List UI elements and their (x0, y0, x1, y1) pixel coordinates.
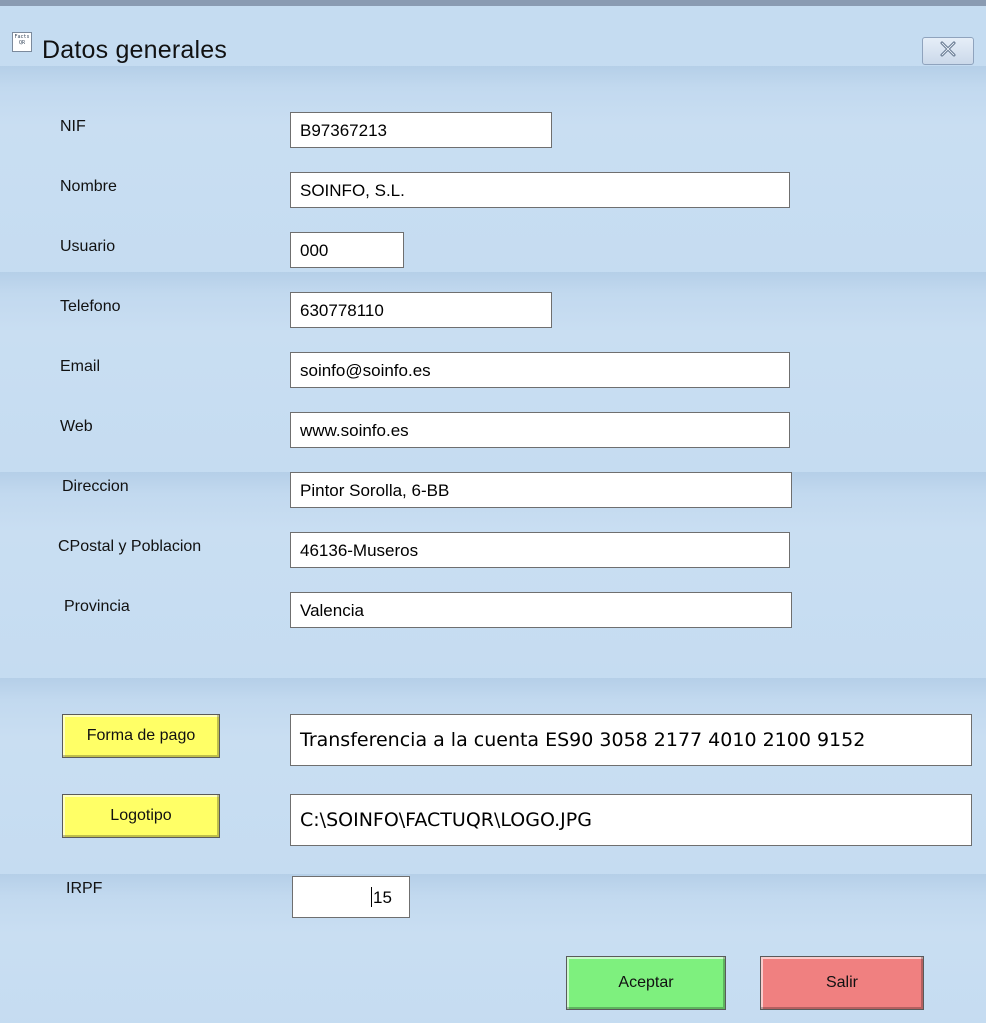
direccion-input[interactable]: Pintor Sorolla, 6-BB (290, 472, 792, 508)
web-label: Web (60, 418, 93, 435)
close-icon (939, 41, 957, 62)
aceptar-button[interactable]: Aceptar (566, 956, 726, 1010)
nombre-input[interactable]: SOINFO, S.L. (290, 172, 790, 208)
email-input[interactable]: soinfo@soinfo.es (290, 352, 790, 388)
text-caret (371, 887, 372, 907)
salir-button[interactable]: Salir (760, 956, 924, 1010)
cpostal-input[interactable]: 46136-Museros (290, 532, 790, 568)
app-icon: Facts QR (12, 32, 32, 52)
email-label: Email (60, 358, 101, 375)
web-input[interactable]: www.soinfo.es (290, 412, 790, 448)
logotipo-input[interactable]: C:\SOINFO\FACTUQR\LOGO.JPG (290, 794, 972, 846)
forma-de-pago-input[interactable]: Transferencia a la cuenta ES90 3058 2177… (290, 714, 972, 766)
provincia-input[interactable]: Valencia (290, 592, 792, 628)
telefono-input[interactable]: 630778110 (290, 292, 552, 328)
background-band (0, 66, 986, 276)
close-button[interactable] (922, 37, 974, 65)
cpostal-label: CPostal y Poblacion (58, 538, 202, 555)
dialog-window: Facts QR Datos generales NIF B97367213 N… (0, 0, 986, 1023)
direccion-label: Direccion (62, 478, 129, 495)
nif-label: NIF (60, 118, 86, 135)
irpf-label: IRPF (66, 880, 103, 897)
telefono-label: Telefono (60, 298, 121, 315)
title-bar: Facts QR Datos generales (0, 6, 986, 70)
nombre-label: Nombre (60, 178, 117, 195)
provincia-label: Provincia (64, 598, 130, 615)
irpf-value: 15 (373, 887, 392, 907)
nif-input[interactable]: B97367213 (290, 112, 552, 148)
irpf-input[interactable]: 15 (292, 876, 410, 918)
logotipo-button[interactable]: Logotipo (62, 794, 220, 838)
forma-de-pago-button[interactable]: Forma de pago (62, 714, 220, 758)
usuario-input[interactable]: 000 (290, 232, 404, 268)
usuario-label: Usuario (60, 238, 116, 255)
window-title: Datos generales (42, 36, 228, 64)
